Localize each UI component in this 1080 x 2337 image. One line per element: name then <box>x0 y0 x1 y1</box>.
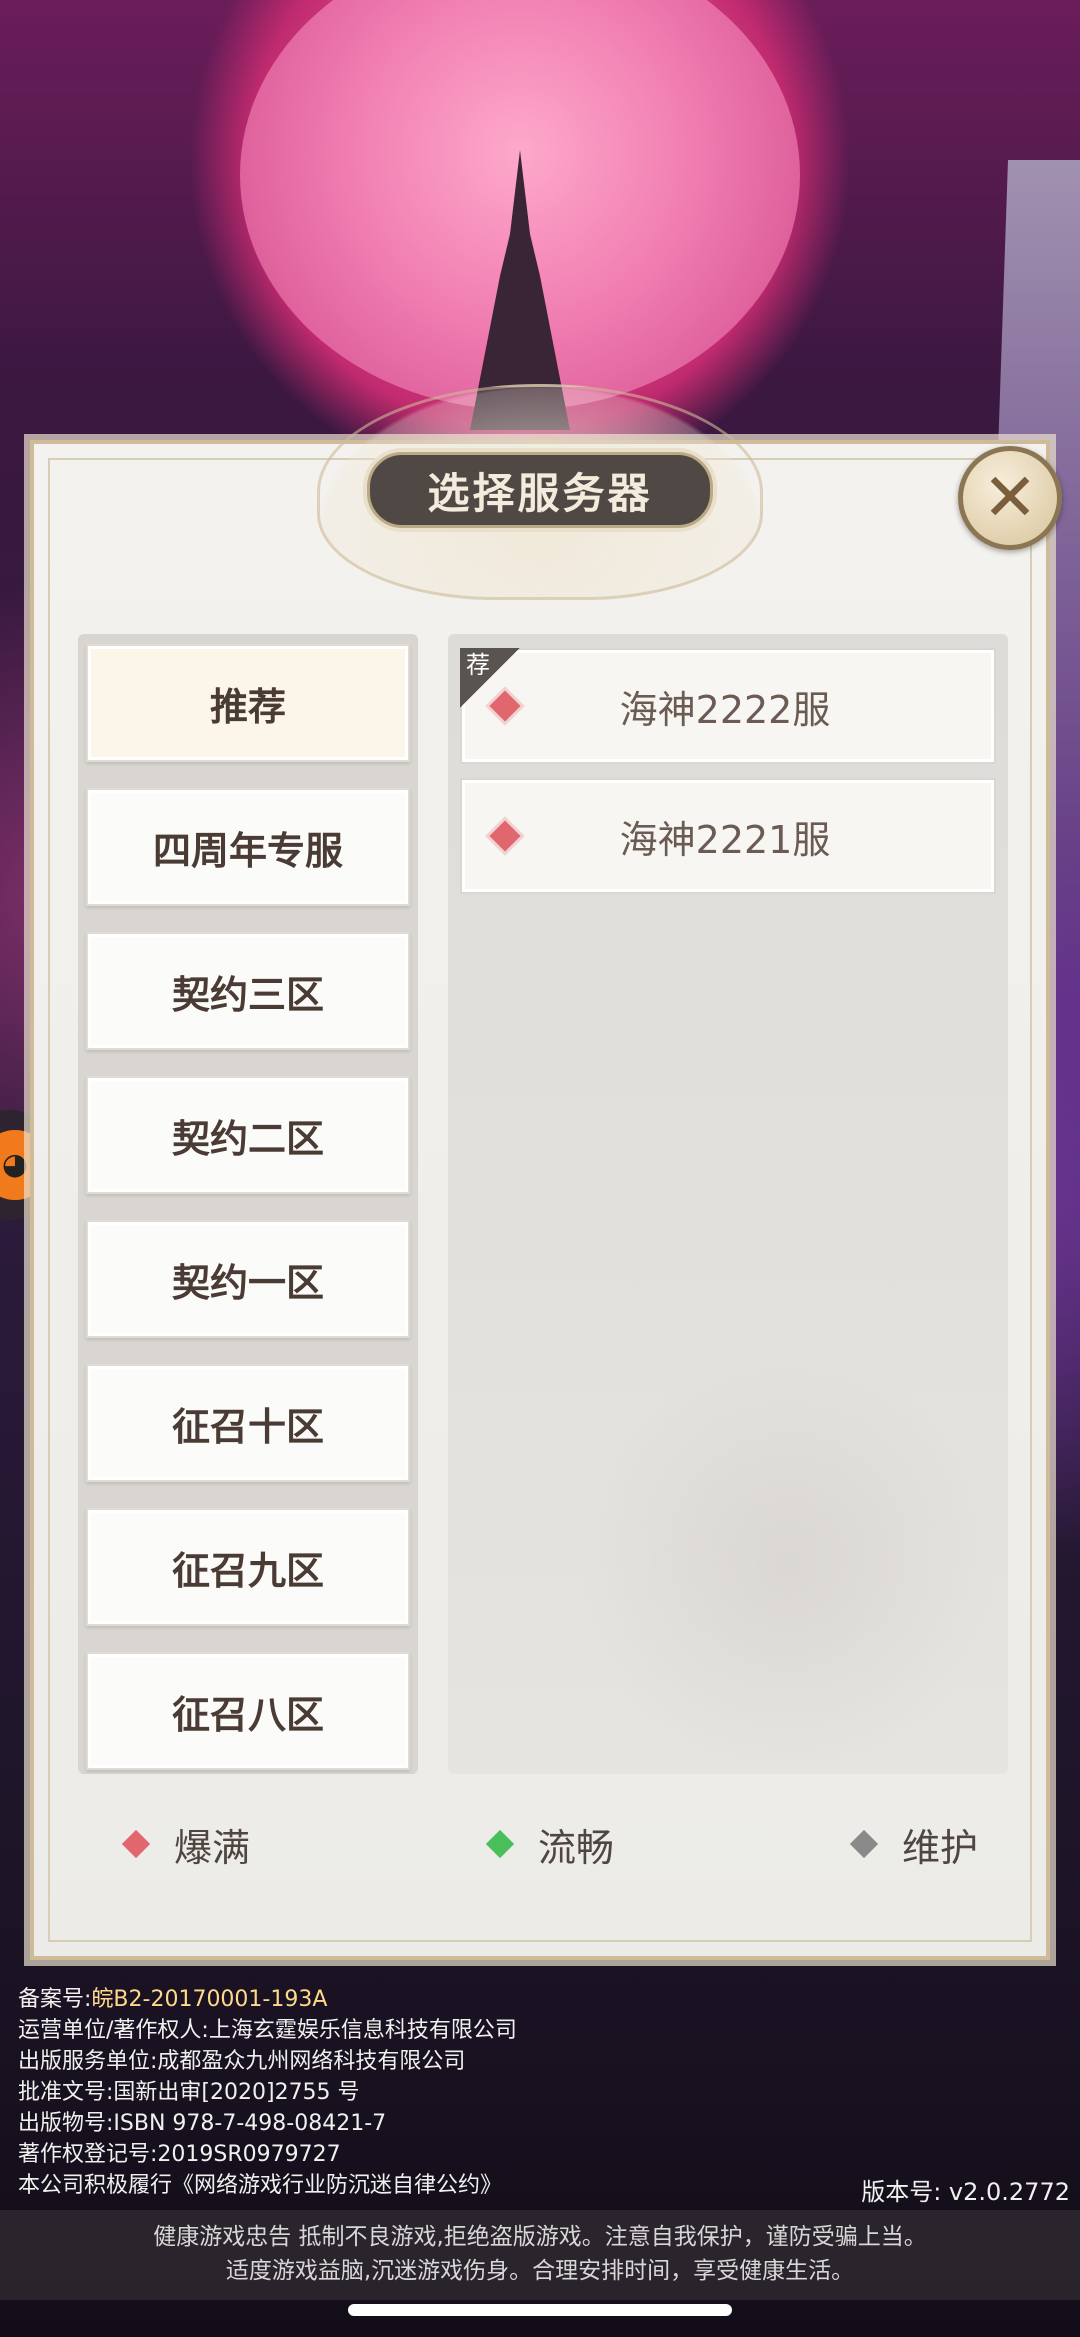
approval-text: 批准文号:国新出审[2020]2755 号 <box>18 2080 360 2105</box>
group-tab-contract-1[interactable]: 契约一区 <box>86 1220 410 1338</box>
close-button[interactable]: ✕ <box>958 446 1062 550</box>
server-row[interactable]: 荐 海神2222服 <box>460 648 996 764</box>
group-tab-recruit-9[interactable]: 征召九区 <box>86 1508 410 1626</box>
status-legend: 爆满 流畅 维护 <box>78 1804 1008 1884</box>
server-group-list[interactable]: 推荐 四周年专服 契约三区 契约二区 契约一区 征召十区 征召九区 征召八区 <box>78 634 418 1774</box>
group-tab-contract-3[interactable]: 契约三区 <box>86 932 410 1050</box>
group-tab-recruit-10[interactable]: 征召十区 <box>86 1364 410 1482</box>
home-indicator[interactable] <box>348 2304 732 2316</box>
health-advisory-line2: 适度游戏益脑,沉迷游戏伤身。合理安排时间，享受健康生活。 <box>225 2258 855 2284</box>
icp-label: 备案号: <box>18 1987 92 2012</box>
server-name: 海神2222服 <box>619 687 831 732</box>
operator-text: 运营单位/著作权人:上海玄霆娱乐信息科技有限公司 <box>18 2018 517 2043</box>
version-label: 版本号: v2.0.2772 <box>861 2178 1070 2206</box>
group-tab-recruit-8[interactable]: 征召八区 <box>86 1652 410 1770</box>
publisher-text: 出版服务单位:成都盈众九州网络科技有限公司 <box>18 2049 466 2074</box>
icp-number: 皖B2-20170001-193A <box>91 1987 328 2012</box>
server-list: 荐 海神2222服 海神2221服 <box>448 634 1008 1774</box>
group-tab-recommended[interactable]: 推荐 <box>86 644 410 762</box>
group-tab-anniversary[interactable]: 四周年专服 <box>86 788 410 906</box>
dialog-title: 选择服务器 <box>367 452 713 528</box>
legend-maintenance: 维护 <box>849 1817 978 1872</box>
license-info: 备案号:皖B2-20170001-193A 运营单位/著作权人:上海玄霆娱乐信息… <box>18 1984 1078 2201</box>
server-row[interactable]: 海神2221服 <box>460 778 996 894</box>
green-diamond-icon <box>485 1829 515 1859</box>
legend-label: 流畅 <box>537 1825 614 1870</box>
health-advisory: 健康游戏忠告 抵制不良游戏,拒绝盗版游戏。注意自我保护，谨防受骗上当。 适度游戏… <box>0 2210 1080 2300</box>
close-icon: ✕ <box>982 459 1038 536</box>
group-tab-contract-2[interactable]: 契约二区 <box>86 1076 410 1194</box>
legend-smooth: 流畅 <box>485 1817 614 1872</box>
legend-label: 爆满 <box>174 1825 251 1870</box>
server-name: 海神2221服 <box>619 817 831 862</box>
icp-row: 备案号:皖B2-20170001-193A <box>18 1984 1078 2015</box>
health-advisory-line1: 健康游戏忠告 抵制不良游戏,拒绝盗版游戏。注意自我保护，谨防受骗上当。 <box>153 2224 927 2250</box>
gray-diamond-icon <box>849 1829 879 1859</box>
server-select-dialog: 选择服务器 ✕ 推荐 四周年专服 契约三区 契约二区 契约一区 征召十区 征召九… <box>30 384 1062 1960</box>
legend-full: 爆满 <box>121 1817 251 1872</box>
legend-label: 维护 <box>901 1825 978 1870</box>
isbn-text: 出版物号:ISBN 978-7-498-08421-7 <box>18 2111 387 2136</box>
red-diamond-icon <box>121 1829 151 1859</box>
copyright-text: 著作权登记号:2019SR0979727 <box>18 2142 341 2167</box>
character-watermark <box>578 1354 998 1774</box>
